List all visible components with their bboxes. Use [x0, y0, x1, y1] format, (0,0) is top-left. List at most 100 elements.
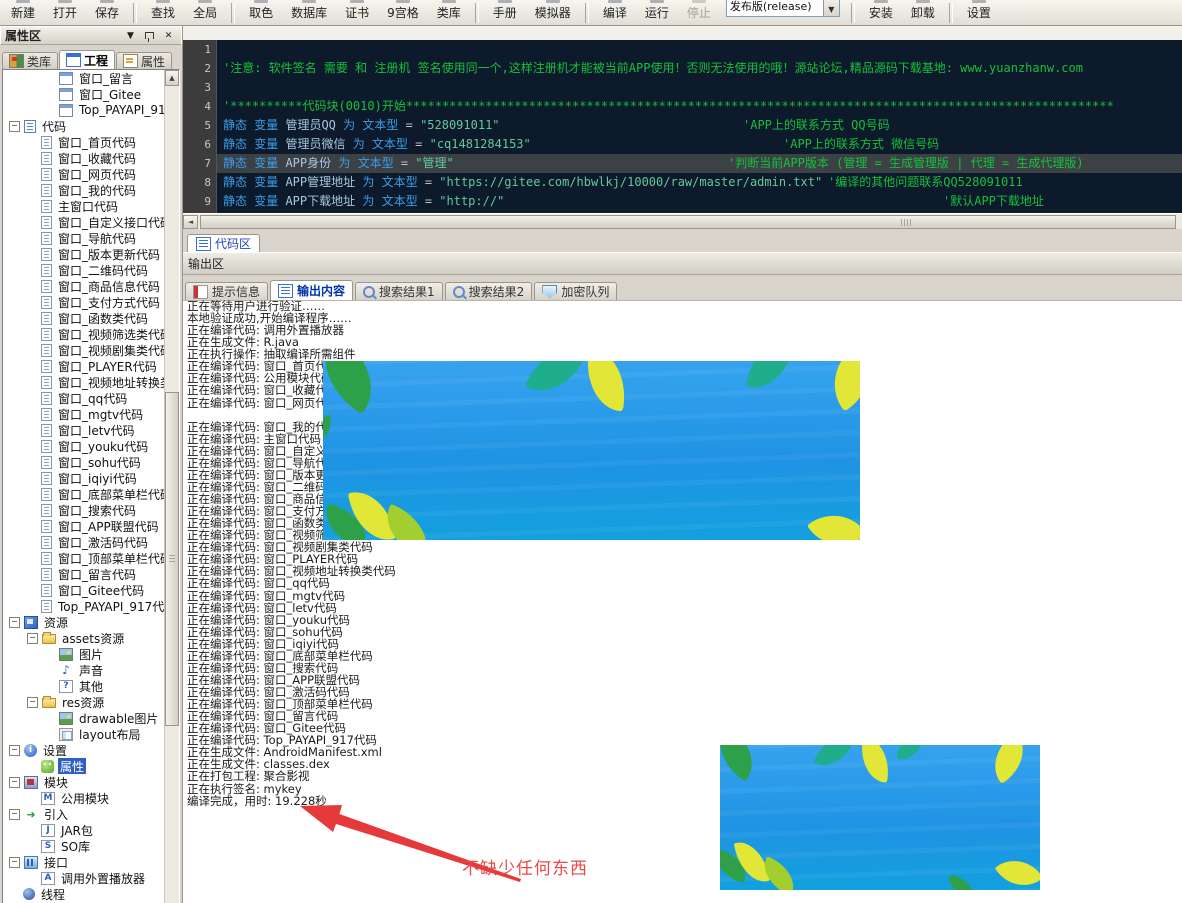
tree-item[interactable]: 属性 [3, 758, 165, 774]
tree-item[interactable]: −接口 [3, 854, 165, 870]
tree-item[interactable]: M公用模块 [3, 790, 165, 806]
tree-item[interactable]: 窗口_我的代码 [3, 182, 165, 198]
chevron-down-icon[interactable]: ▼ [823, 0, 839, 16]
tree-item[interactable]: SSO库 [3, 838, 165, 854]
tree-item[interactable]: 窗口_iqiyi代码 [3, 470, 165, 486]
tree-item[interactable]: 窗口_Gitee [3, 86, 165, 102]
tree-item[interactable]: 线程 [3, 886, 165, 902]
tree-item[interactable]: A调用外置播放器 [3, 870, 165, 886]
toolbar-button[interactable]: 新建 [2, 0, 44, 25]
image-icon [59, 712, 73, 725]
toolbar-button[interactable]: 模拟器 [526, 0, 580, 25]
tree-item[interactable]: 窗口_顶部菜单栏代码 [3, 550, 165, 566]
toolbar-button[interactable]: 设置 [958, 0, 1000, 25]
toolbar-button[interactable]: 数据库 [282, 0, 336, 25]
tree-item[interactable]: 窗口_首页代码 [3, 134, 165, 150]
tree-item[interactable]: 窗口_letv代码 [3, 422, 165, 438]
tree-item[interactable]: 窗口_视频地址转换类代码 [3, 374, 165, 390]
tree-item[interactable]: 窗口_底部菜单栏代码 [3, 486, 165, 502]
toolbar-button[interactable]: 编译 [594, 0, 636, 25]
tree-item[interactable]: 窗口_qq代码 [3, 390, 165, 406]
tree-item[interactable]: 窗口_函数类代码 [3, 310, 165, 326]
tree-item[interactable]: 窗口_收藏代码 [3, 150, 165, 166]
toolbar-button[interactable]: 查找 [142, 0, 184, 25]
doc-icon [41, 408, 52, 421]
tree-item[interactable]: −res资源 [3, 694, 165, 710]
toolbar-button[interactable]: 取色 [240, 0, 282, 25]
tree-item[interactable]: 窗口_APP联盟代码 [3, 518, 165, 534]
panel-tab-lib[interactable]: 类库 [2, 52, 58, 69]
tree-expander[interactable]: − [9, 777, 20, 788]
scroll-left-icon[interactable]: ◄ [183, 215, 198, 229]
panel-pin-button[interactable] [141, 28, 158, 43]
toolbar-button[interactable]: 类库 [428, 0, 470, 25]
output-tab[interactable]: 输出内容 [270, 280, 353, 300]
build-config-select[interactable]: 发布版(release)▼ [726, 0, 840, 17]
tree-item[interactable]: −资源 [3, 614, 165, 630]
tree-item[interactable]: −i设置 [3, 742, 165, 758]
tree-expander[interactable]: − [9, 809, 20, 820]
toolbar-button[interactable]: 9宫格 [378, 0, 428, 25]
panel-tab-proj[interactable]: 工程 [59, 50, 115, 69]
toolbar-button[interactable]: 打开 [44, 0, 86, 25]
tree-item[interactable]: 窗口_支付方式代码 [3, 294, 165, 310]
tree-item[interactable]: 图片 [3, 646, 165, 662]
scroll-up-icon[interactable]: ▲ [165, 70, 179, 86]
tree-item[interactable]: 窗口_商品信息代码 [3, 278, 165, 294]
tree-item[interactable]: −➜引入 [3, 806, 165, 822]
editor-scroll-thumb[interactable] [200, 215, 1176, 229]
tree-expander[interactable]: − [9, 121, 20, 132]
tree-item[interactable]: 窗口_视频剧集类代码 [3, 342, 165, 358]
toolbar-button[interactable]: 安装 [860, 0, 902, 25]
code-editor[interactable]: 12'注意: 软件签名 需要 和 注册机 签名使用同一个,这样注册机才能被当前A… [183, 40, 1182, 213]
tree-expander[interactable]: − [27, 633, 38, 644]
tree-item[interactable]: 窗口_留言 [3, 70, 165, 86]
panel-close-button[interactable]: ✕ [160, 28, 177, 43]
tree-scroll-thumb[interactable] [165, 392, 179, 726]
tree-item[interactable]: 窗口_youku代码 [3, 438, 165, 454]
tree-item[interactable]: 窗口_激活码代码 [3, 534, 165, 550]
tree-scrollbar[interactable]: ▲ [164, 70, 179, 903]
tree-item[interactable]: Top_PAYAPI_917代码 [3, 598, 165, 614]
tree-expander[interactable]: − [9, 617, 20, 628]
tree-item[interactable]: −模块 [3, 774, 165, 790]
tree-expander[interactable]: − [9, 745, 20, 756]
layout-icon [59, 728, 73, 741]
tree-item[interactable]: ♪声音 [3, 662, 165, 678]
tree-item[interactable]: JJAR包 [3, 822, 165, 838]
toolbar-button[interactable]: 全局 [184, 0, 226, 25]
toolbar-button[interactable]: 保存 [86, 0, 128, 25]
toolbar-button[interactable]: 运行 [636, 0, 678, 25]
doc-icon [41, 568, 52, 581]
tree-item[interactable]: 窗口_版本更新代码 [3, 246, 165, 262]
doc-icon [41, 280, 52, 293]
tree-item[interactable]: ?其他 [3, 678, 165, 694]
tree-item[interactable]: 窗口_留言代码 [3, 566, 165, 582]
panel-menu-button[interactable]: ▼ [122, 28, 139, 43]
editor-hscrollbar[interactable]: ◄ [183, 213, 1182, 230]
panel-tab-prop[interactable]: 属性 [116, 52, 172, 69]
tab-code-area[interactable]: 代码区 [187, 234, 260, 252]
tree-expander[interactable]: − [9, 857, 20, 868]
tree-item[interactable]: 窗口_网页代码 [3, 166, 165, 182]
tree-item[interactable]: 窗口_搜索代码 [3, 502, 165, 518]
tree-item[interactable]: drawable图片 [3, 710, 165, 726]
tree-item[interactable]: 窗口_导航代码 [3, 230, 165, 246]
tree-item[interactable]: 窗口_PLAYER代码 [3, 358, 165, 374]
tree-item[interactable]: 窗口_二维码代码 [3, 262, 165, 278]
tree-expander[interactable]: − [27, 697, 38, 708]
toolbar-button[interactable]: 手册 [484, 0, 526, 25]
tree-item[interactable]: 窗口_mgtv代码 [3, 406, 165, 422]
tree-item[interactable]: Top_PAYAPI_917 [3, 102, 165, 118]
search-icon [453, 286, 465, 298]
tree-item[interactable]: 窗口_Gitee代码 [3, 582, 165, 598]
tree-item[interactable]: 窗口_sohu代码 [3, 454, 165, 470]
tree-item[interactable]: 窗口_自定义接口代码 [3, 214, 165, 230]
tree-item[interactable]: 窗口_视频筛选类代码 [3, 326, 165, 342]
toolbar-button[interactable]: 卸载 [902, 0, 944, 25]
toolbar-button[interactable]: 证书 [336, 0, 378, 25]
tree-item[interactable]: −assets资源 [3, 630, 165, 646]
tree-item[interactable]: 主窗口代码 [3, 198, 165, 214]
tree-item[interactable]: −代码 [3, 118, 165, 134]
tree-item[interactable]: layout布局 [3, 726, 165, 742]
